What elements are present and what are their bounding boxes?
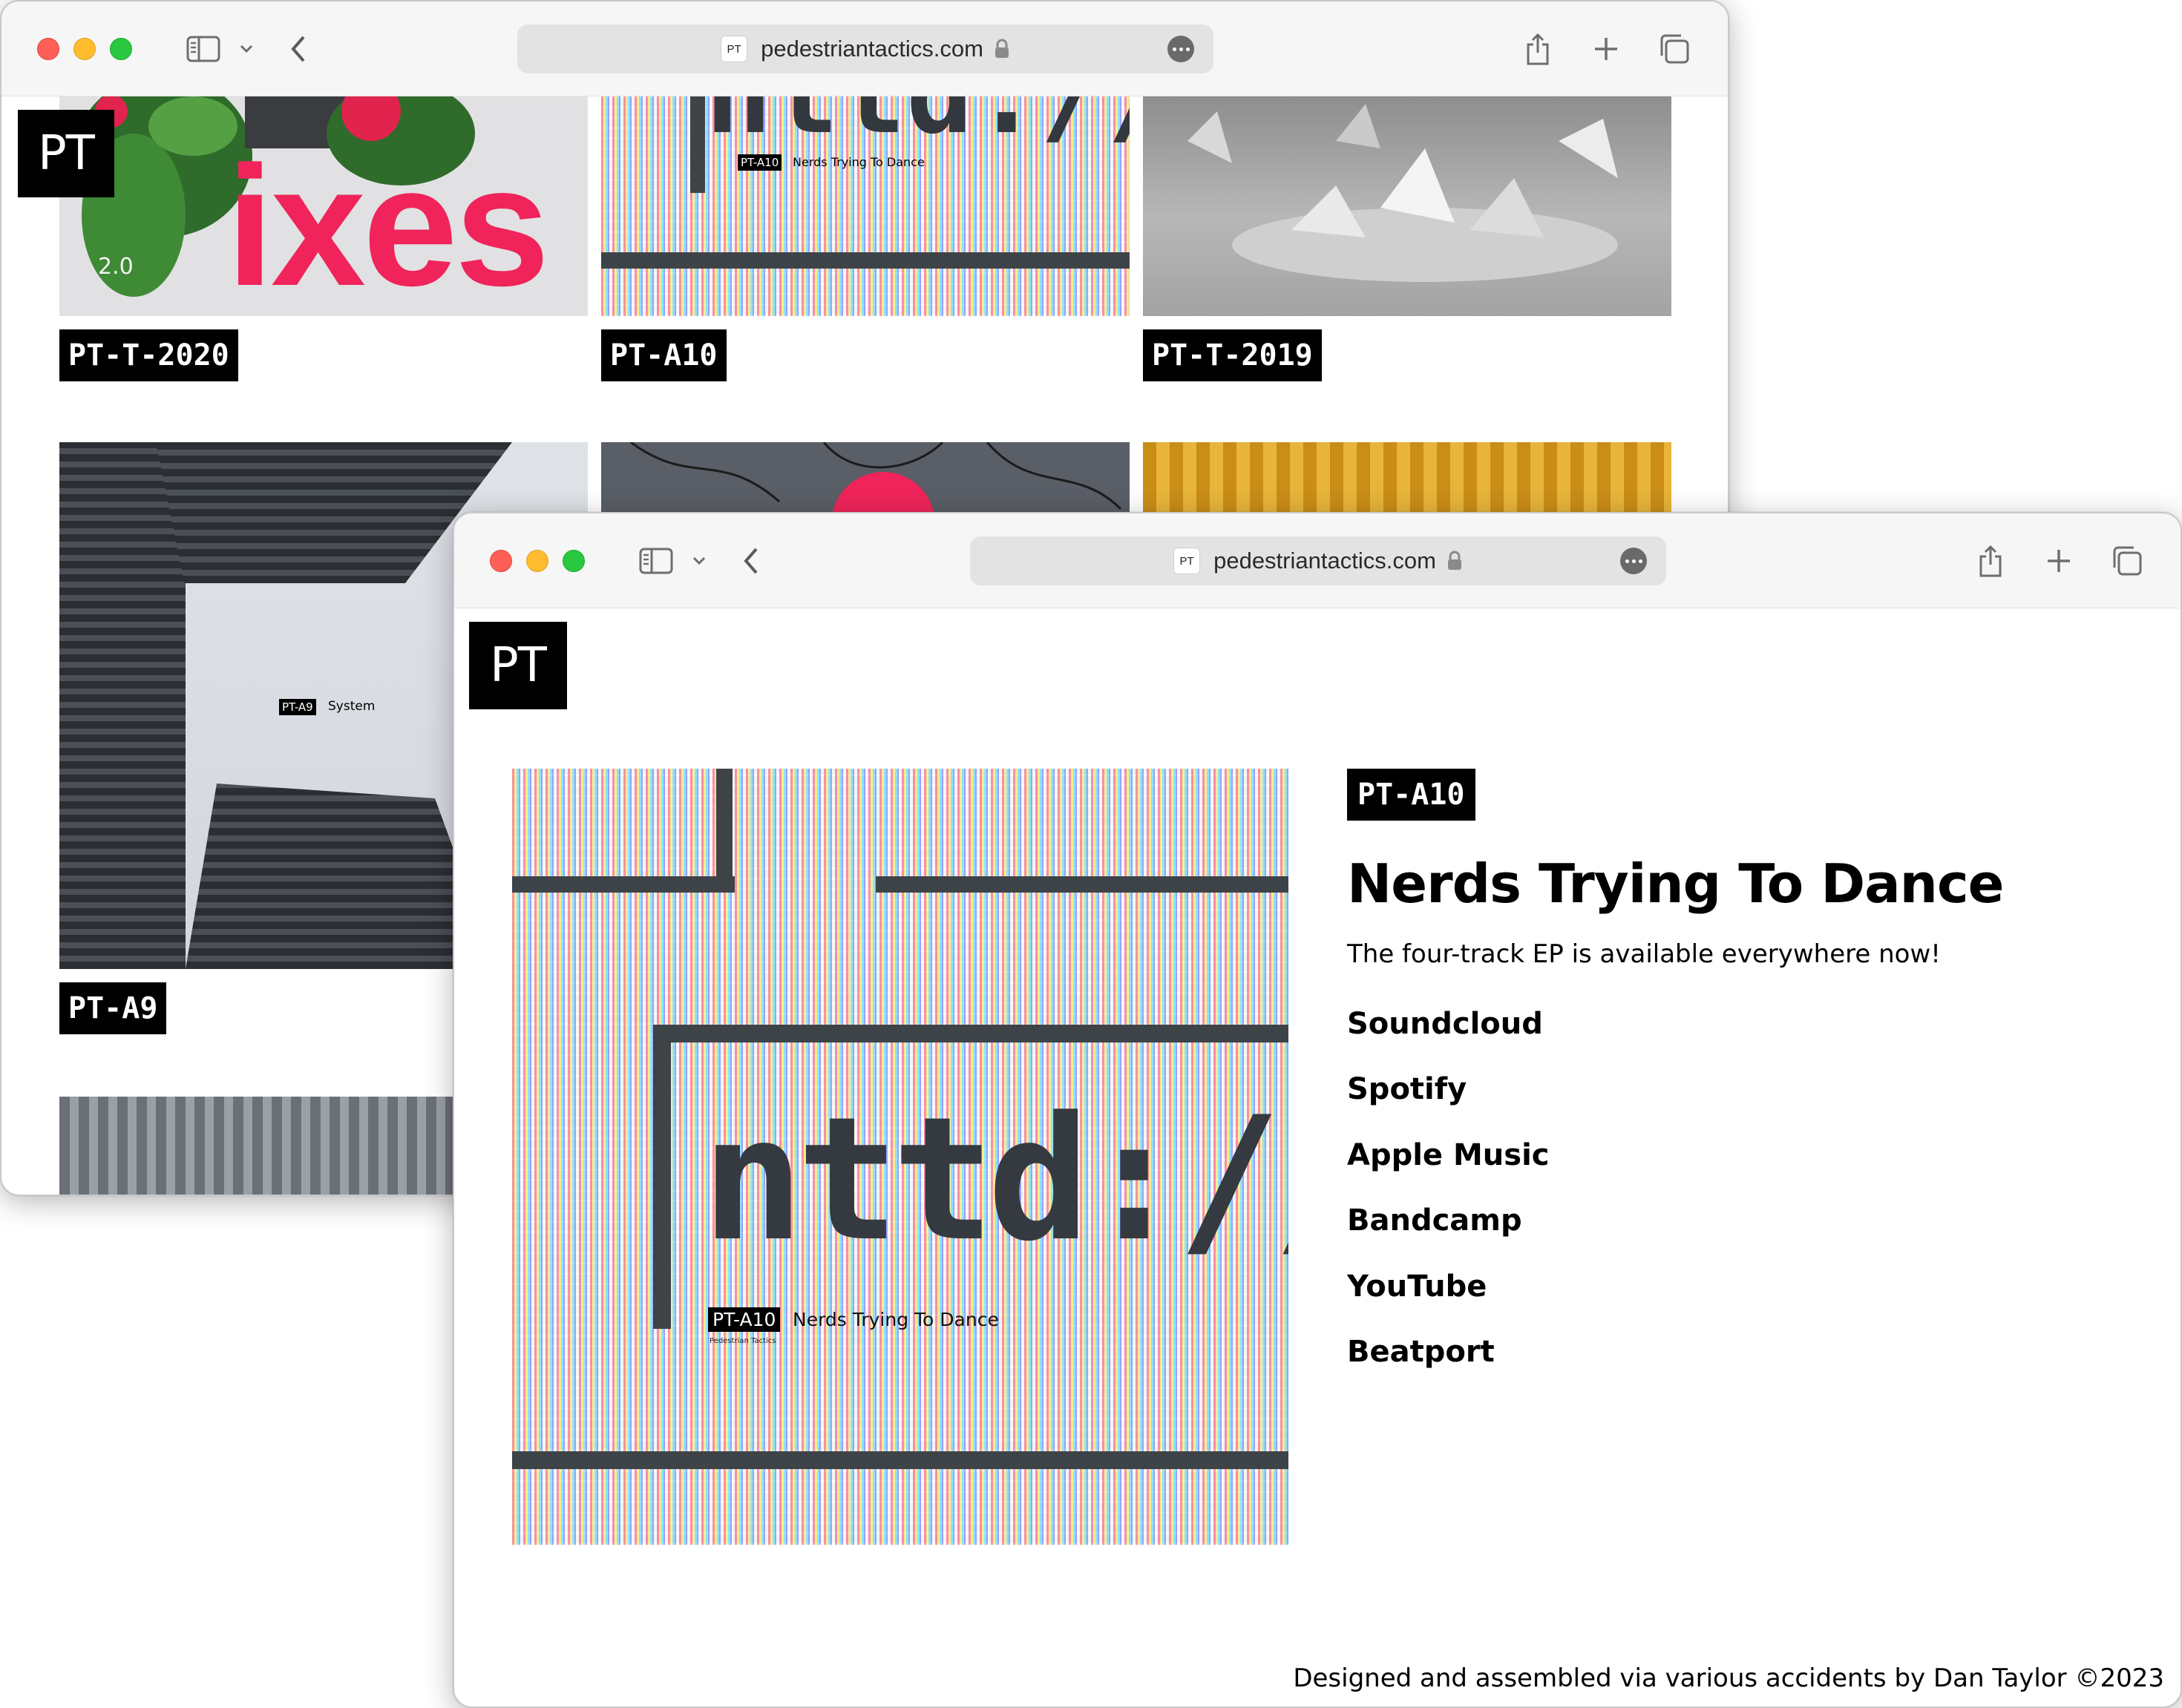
link-soundcloud[interactable]: Soundcloud (1347, 991, 2134, 1057)
release-code-badge: PT-A10 (1347, 769, 1475, 821)
release-code[interactable]: PT-T-2019 (1143, 329, 1322, 381)
sidebar-icon[interactable] (184, 34, 223, 64)
minimize-window-button[interactable] (526, 549, 548, 572)
release-art-text: ixes (226, 131, 550, 316)
site-logo[interactable]: PT (469, 622, 567, 709)
release-art-caption-title: Nerds Trying To Dance (793, 155, 925, 169)
chevron-down-icon[interactable] (236, 34, 257, 64)
browser-window-front: PT pedestriantactics.com PT nttd:// (453, 512, 2182, 1708)
release-artwork[interactable] (1143, 442, 1671, 516)
chevron-down-icon[interactable] (689, 546, 710, 576)
share-icon[interactable] (1521, 31, 1554, 67)
release-code[interactable]: PT-T-2020 (59, 329, 238, 381)
release-code[interactable]: PT-A9 (59, 982, 167, 1034)
close-window-button[interactable] (37, 37, 59, 60)
address-bar[interactable]: PT pedestriantactics.com (970, 536, 1666, 585)
release-art-corner: 2.0 (98, 254, 134, 280)
album-art-caption-title: Nerds Trying To Dance (793, 1309, 999, 1330)
window-controls (490, 549, 585, 572)
page-footer: Designed and assembled via various accid… (1293, 1663, 2164, 1693)
release-artwork: ixes 2.0 (59, 96, 588, 316)
toolbar-right-actions (1521, 1, 1691, 96)
release-title: Nerds Trying To Dance (1347, 853, 2004, 915)
release-art-caption-code: PT-A9 (279, 699, 316, 715)
lock-icon (994, 39, 1010, 59)
share-icon[interactable] (1974, 543, 2007, 579)
plus-icon[interactable] (2042, 543, 2075, 579)
album-art-big-text: nttd:// (701, 1081, 1288, 1279)
album-artwork: nttd:// PT-A10 Nerds Trying To Dance Ped… (512, 769, 1288, 1545)
zoom-window-button[interactable] (563, 549, 585, 572)
url-text: pedestriantactics.com (761, 36, 983, 62)
more-icon[interactable] (1620, 548, 1647, 574)
release-art-caption-title: System (328, 699, 376, 714)
tabs-overview-icon[interactable] (2111, 543, 2143, 579)
close-window-button[interactable] (490, 549, 512, 572)
toolbar-right-actions (1974, 513, 2143, 608)
back-arrow-icon[interactable] (286, 33, 310, 65)
window-controls (37, 37, 132, 60)
link-bandcamp[interactable]: Bandcamp (1347, 1188, 2134, 1254)
release-art-big-text: nttd:// (705, 96, 1130, 159)
streaming-links: Soundcloud Spotify Apple Music Bandcamp … (1347, 991, 2134, 1385)
release-artwork[interactable] (601, 442, 1130, 516)
release-details: PT-A10 Nerds Trying To Dance The four-tr… (1347, 769, 2134, 1385)
release-code[interactable]: PT-A10 (601, 329, 727, 381)
address-bar[interactable]: PT pedestriantactics.com (517, 24, 1213, 73)
link-beatport[interactable]: Beatport (1347, 1319, 2134, 1385)
browser-toolbar: PT pedestriantactics.com (1, 1, 1728, 96)
back-arrow-icon[interactable] (739, 545, 763, 577)
album-art-caption-artist: Pedestrian Tactics (710, 1337, 776, 1345)
url-text: pedestriantactics.com (1213, 548, 1436, 574)
site-logo[interactable]: PT (18, 110, 114, 197)
plus-icon[interactable] (1590, 31, 1622, 67)
tabs-overview-icon[interactable] (1658, 31, 1691, 67)
release-artwork: nttd:// PT-A10 Nerds Trying To Dance (601, 96, 1130, 316)
site-favicon: PT (1173, 548, 1201, 574)
link-apple-music[interactable]: Apple Music (1347, 1123, 2134, 1189)
minimize-window-button[interactable] (73, 37, 96, 60)
release-art-caption-code: PT-A10 (738, 154, 782, 171)
lock-icon (1447, 551, 1463, 571)
link-youtube[interactable]: YouTube (1347, 1254, 2134, 1320)
zoom-window-button[interactable] (110, 37, 132, 60)
site-favicon: PT (721, 36, 748, 62)
release-artwork (1143, 96, 1671, 316)
album-art-caption-code: PT-A10 (708, 1307, 781, 1332)
release-description: The four-track EP is available everywher… (1347, 939, 1941, 969)
sidebar-icon[interactable] (637, 546, 675, 576)
more-icon[interactable] (1167, 36, 1194, 62)
browser-toolbar: PT pedestriantactics.com (454, 513, 2181, 608)
link-spotify[interactable]: Spotify (1347, 1057, 2134, 1123)
